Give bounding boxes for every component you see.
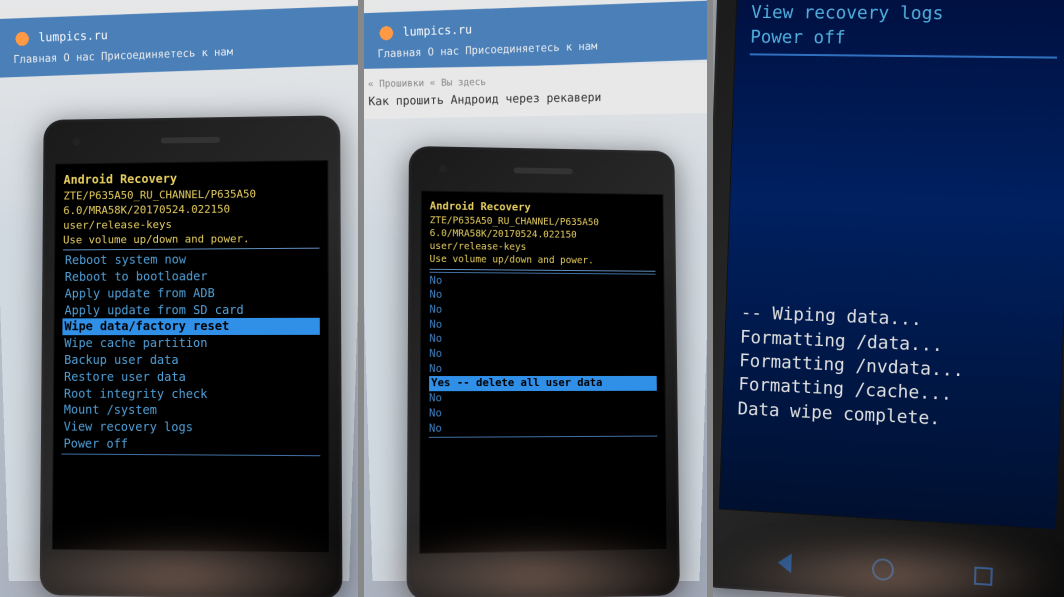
browser-nav: Главная О нас Присоединяетесь к нам xyxy=(377,37,694,60)
confirm-no-1[interactable]: No xyxy=(429,273,655,289)
menu-item-apply-update-from-sd-card[interactable]: Apply update from SD card xyxy=(63,301,320,318)
phone-bezel-top xyxy=(43,115,340,163)
menu-power-off[interactable]: Power off xyxy=(750,25,1058,53)
menu-item-root-integrity-check[interactable]: Root integrity check xyxy=(62,385,320,403)
lumpics-logo-icon xyxy=(376,23,395,43)
browser-header: lumpics.ru Главная О нас Присоединяетесь… xyxy=(364,0,708,72)
breadcrumb: « Прошивки « Вы здесь xyxy=(367,73,703,90)
confirm-no-8[interactable]: No xyxy=(429,391,657,406)
site-name: lumpics.ru xyxy=(38,28,107,45)
phone-screen-wipe-log: View recovery logs Power off -- Wiping d… xyxy=(719,0,1064,530)
menu-item-backup-user-data[interactable]: Backup user data xyxy=(62,352,320,369)
confirm-no-10[interactable]: No xyxy=(429,420,657,436)
menu-item-view-recovery-logs[interactable]: View recovery logs xyxy=(62,419,321,437)
confirm-no-6[interactable]: No xyxy=(429,347,656,362)
photo-panel-2: lumpics.ru Главная О нас Присоединяетесь… xyxy=(364,0,708,597)
menu-item-wipe-data-factory-reset[interactable]: Wipe data/factory reset xyxy=(62,318,319,335)
front-camera-icon xyxy=(439,165,447,173)
article-title: Как прошить Андроид через рекавери xyxy=(368,89,703,109)
browser-header: lumpics.ru Главная О нас Присоединяетесь… xyxy=(0,6,358,78)
menu-item-wipe-cache-partition[interactable]: Wipe cache partition xyxy=(62,335,320,352)
menu-item-power-off[interactable]: Power off xyxy=(62,436,321,454)
wipe-log-output: -- Wiping data... Formatting /data... Fo… xyxy=(738,302,1049,437)
earpiece-icon xyxy=(161,136,220,143)
menu-item-mount-system[interactable]: Mount /system xyxy=(62,402,320,420)
confirm-no-3[interactable]: No xyxy=(429,303,656,319)
site-name: lumpics.ru xyxy=(402,22,472,39)
recovery-instructions: Use volume up/down and power. xyxy=(63,231,319,251)
phone-device-2: Android Recovery ZTE/P635A50_RU_CHANNEL/… xyxy=(406,146,679,597)
confirm-no-4[interactable]: No xyxy=(429,317,656,332)
confirm-no-7[interactable]: No xyxy=(429,362,657,377)
menu-item-reboot-system-now[interactable]: Reboot system now xyxy=(63,251,320,269)
menu-item-reboot-to-bootloader[interactable]: Reboot to bootloader xyxy=(63,268,320,286)
hand xyxy=(0,537,358,597)
menu-item-apply-update-from-adb[interactable]: Apply update from ADB xyxy=(63,284,320,302)
divider xyxy=(429,436,657,438)
browser-nav: Главная О нас Присоединяетесь к нам xyxy=(13,42,345,66)
phone-device-1: Android Recovery ZTE/P635A50_RU_CHANNEL/… xyxy=(40,115,343,597)
confirm-no-9[interactable]: No xyxy=(429,405,657,421)
front-camera-icon xyxy=(73,137,81,145)
divider xyxy=(750,54,1057,59)
menu-item-restore-user-data[interactable]: Restore user data xyxy=(62,369,320,386)
earpiece-icon xyxy=(513,167,572,174)
photo-panel-1: lumpics.ru Главная О нас Присоединяетесь… xyxy=(0,0,358,597)
phone-bezel-top xyxy=(408,146,674,194)
recovery-menu[interactable]: Reboot system nowReboot to bootloaderApp… xyxy=(62,251,321,456)
lumpics-logo-icon xyxy=(13,29,32,49)
photo-panel-3: View recovery logs Power off -- Wiping d… xyxy=(713,0,1064,597)
confirm-no-5[interactable]: No xyxy=(429,332,656,347)
menu-view-logs[interactable]: View recovery logs xyxy=(751,0,1059,27)
confirm-no-2[interactable]: No xyxy=(429,288,655,304)
phone-device-3: View recovery logs Power off -- Wiping d… xyxy=(713,0,1064,597)
recovery-instructions: Use volume up/down and power. xyxy=(429,253,655,271)
phone-screen-confirm: Android Recovery ZTE/P635A50_RU_CHANNEL/… xyxy=(419,190,667,553)
confirm-yes[interactable]: Yes -- delete all user data xyxy=(429,376,657,391)
browser-content: « Прошивки « Вы здесь Как прошить Андрои… xyxy=(364,63,708,120)
hand xyxy=(364,537,708,597)
phone-screen-recovery-menu: Android Recovery ZTE/P635A50_RU_CHANNEL/… xyxy=(52,160,330,553)
hand xyxy=(713,537,1064,597)
